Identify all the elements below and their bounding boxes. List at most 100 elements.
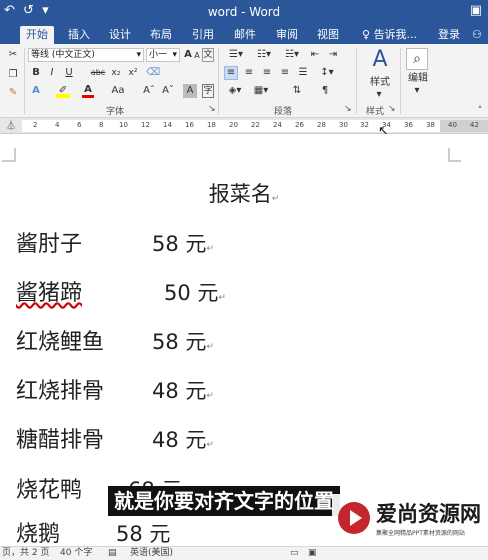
borders-icon[interactable]: ▦▾ xyxy=(250,84,272,98)
font-name-combo[interactable]: 等线 (中文正文) ▾ xyxy=(28,48,144,62)
tab-references[interactable]: 引用 xyxy=(186,26,220,44)
text-effects-icon[interactable]: A xyxy=(30,84,42,98)
dialog-launcher-icon[interactable]: ↘ xyxy=(208,104,216,114)
find-icon[interactable]: ⌕ xyxy=(406,48,428,70)
first-line-indent-marker[interactable]: ⏃ xyxy=(6,117,16,132)
enclose-characters-icon[interactable]: 字 xyxy=(202,84,214,98)
group-label-paragraph: 段落 xyxy=(274,107,293,117)
dialog-launcher-icon[interactable]: ↘ xyxy=(344,104,352,114)
bullets-icon[interactable]: ☰▾ xyxy=(224,48,248,62)
watermark-logo: 爱尚资源网 集聚全网精品PPT素材资源的网站 xyxy=(332,494,488,544)
ruler-number: 36 xyxy=(404,121,413,129)
increase-indent-icon[interactable]: ⇥ xyxy=(326,48,340,62)
ruler-number: 24 xyxy=(273,121,282,129)
align-right-icon[interactable]: ≡ xyxy=(260,66,274,80)
dish-price: 58 元↵ xyxy=(152,326,214,356)
dish-price: 48 元↵ xyxy=(152,424,214,454)
ruler-number: 28 xyxy=(317,121,326,129)
proofing-icon[interactable]: ▤ xyxy=(108,547,117,560)
format-painter-icon[interactable]: ✎ xyxy=(6,86,20,100)
character-shading-icon[interactable]: A xyxy=(183,84,197,98)
sort-icon[interactable]: ⇅ xyxy=(290,84,304,98)
tab-insert[interactable]: 插入 xyxy=(62,26,96,44)
dish-name: 酱肘子 xyxy=(16,232,83,257)
cut-icon[interactable]: ✂ xyxy=(6,48,20,62)
ruler-number: 18 xyxy=(207,121,216,129)
price-text: 58 元 xyxy=(152,232,207,256)
change-case-button[interactable]: Aa xyxy=(108,84,128,98)
ruler-number: 20 xyxy=(229,121,238,129)
superscript-button[interactable]: x² xyxy=(126,66,140,80)
paragraph-mark: ↵ xyxy=(206,244,214,254)
print-layout-icon[interactable]: ▣ xyxy=(308,547,317,560)
dish-price: 58 元 xyxy=(116,522,171,546)
subscript-button[interactable]: x₂ xyxy=(109,66,123,80)
highlight-icon[interactable]: ✐ xyxy=(56,84,70,98)
divider xyxy=(24,48,25,114)
word-count[interactable]: 40 个字 xyxy=(60,547,92,560)
strikethrough-button[interactable]: abc xyxy=(90,66,106,80)
shrink-font-icon[interactable]: A xyxy=(193,49,201,63)
divider xyxy=(218,48,219,114)
chevron-down-icon[interactable]: ▾ xyxy=(410,84,424,98)
ruler-number: 2 xyxy=(33,121,38,129)
tab-view[interactable]: 视图 xyxy=(311,26,345,44)
ruler-number: 14 xyxy=(163,121,172,129)
ruler-number: 38 xyxy=(426,121,435,129)
chevron-down-icon[interactable]: ▾ xyxy=(372,88,386,102)
clear-formatting-icon[interactable]: ⌫ xyxy=(146,66,160,80)
justify-icon[interactable]: ≡ xyxy=(278,66,292,80)
language-indicator[interactable]: 英语(美国) xyxy=(130,547,173,560)
ribbon-display-icon[interactable]: ▣ xyxy=(470,3,482,18)
share-icon[interactable]: ⚇ xyxy=(466,26,488,44)
divider xyxy=(356,48,357,114)
bold-button[interactable]: B xyxy=(30,66,42,80)
tab-review[interactable]: 审阅 xyxy=(270,26,304,44)
line-spacing-icon[interactable]: ↕▾ xyxy=(316,66,338,80)
read-mode-icon[interactable]: ▭ xyxy=(290,547,299,560)
italic-button[interactable]: I xyxy=(46,66,58,80)
show-marks-icon[interactable]: ¶ xyxy=(318,84,332,98)
tab-mailings[interactable]: 邮件 xyxy=(228,26,262,44)
horizontal-ruler[interactable]: ⏃ 2 4 6 8 10 12 14 16 18 20 22 24 26 28 … xyxy=(0,117,488,139)
font-color-icon[interactable]: A xyxy=(82,84,94,98)
align-left-icon[interactable]: ≡ xyxy=(224,66,238,80)
dialog-launcher-icon[interactable]: ↘ xyxy=(388,104,396,114)
tab-layout[interactable]: 布局 xyxy=(144,26,178,44)
decrease-indent-icon[interactable]: ⇤ xyxy=(308,48,322,62)
align-center-icon[interactable]: ≡ xyxy=(242,66,256,80)
font-size-combo[interactable]: 小一 ▾ xyxy=(146,48,180,62)
ribbon-tabs: 开始 插入 设计 布局 引用 邮件 审阅 视图 ♀ 告诉我... 登录 ⚇ xyxy=(0,24,488,44)
tab-home[interactable]: 开始 xyxy=(20,26,54,44)
phonetic-guide-icon[interactable]: 文 xyxy=(202,48,214,62)
font-name-value: 等线 (中文正文) xyxy=(31,50,95,60)
multilevel-list-icon[interactable]: ☵▾ xyxy=(280,48,304,62)
numbering-icon[interactable]: ☷▾ xyxy=(252,48,276,62)
dish-name: 糖醋排骨 xyxy=(16,428,105,453)
tab-design[interactable]: 设计 xyxy=(103,26,137,44)
play-logo-icon xyxy=(338,502,370,534)
paragraph-mark: ↵ xyxy=(271,194,280,204)
grow-font-icon[interactable]: Aˆ xyxy=(143,84,155,98)
shading-icon[interactable]: ◈▾ xyxy=(224,84,246,98)
login-link[interactable]: 登录 xyxy=(432,26,466,44)
margin-corner-mark xyxy=(448,148,461,162)
page-count[interactable]: 页，共 2 页 xyxy=(2,547,49,560)
document-page[interactable]: 报菜名↵ 酱肘子 58 元↵ 酱猪蹄 50 元↵ 红烧鲤鱼 58 元↵ 红烧排骨… xyxy=(0,134,488,546)
styles-gallery-icon[interactable]: A xyxy=(368,48,392,72)
shrink-font-icon[interactable]: Aˇ xyxy=(162,84,174,98)
ruler-number: 4 xyxy=(55,121,60,129)
grow-font-icon[interactable]: A xyxy=(183,48,193,62)
dish-name: 酱猪蹄 xyxy=(16,275,82,307)
ruler-number: 32 xyxy=(360,121,369,129)
ruler-number: 6 xyxy=(77,121,82,129)
dish-name: 红烧排骨 xyxy=(16,379,105,404)
tell-me-box[interactable]: ♀ 告诉我... xyxy=(356,26,423,44)
title-text: 报菜名 xyxy=(208,182,272,206)
collapse-ribbon-icon[interactable]: ˄ xyxy=(474,104,486,118)
distributed-icon[interactable]: ☰ xyxy=(296,66,310,80)
title-bar: ↶ ↺ ▾ word - Word ▣ xyxy=(0,0,488,24)
margin-corner-mark xyxy=(2,148,16,162)
underline-button[interactable]: U xyxy=(62,66,76,80)
copy-icon[interactable]: ❐ xyxy=(6,68,20,82)
